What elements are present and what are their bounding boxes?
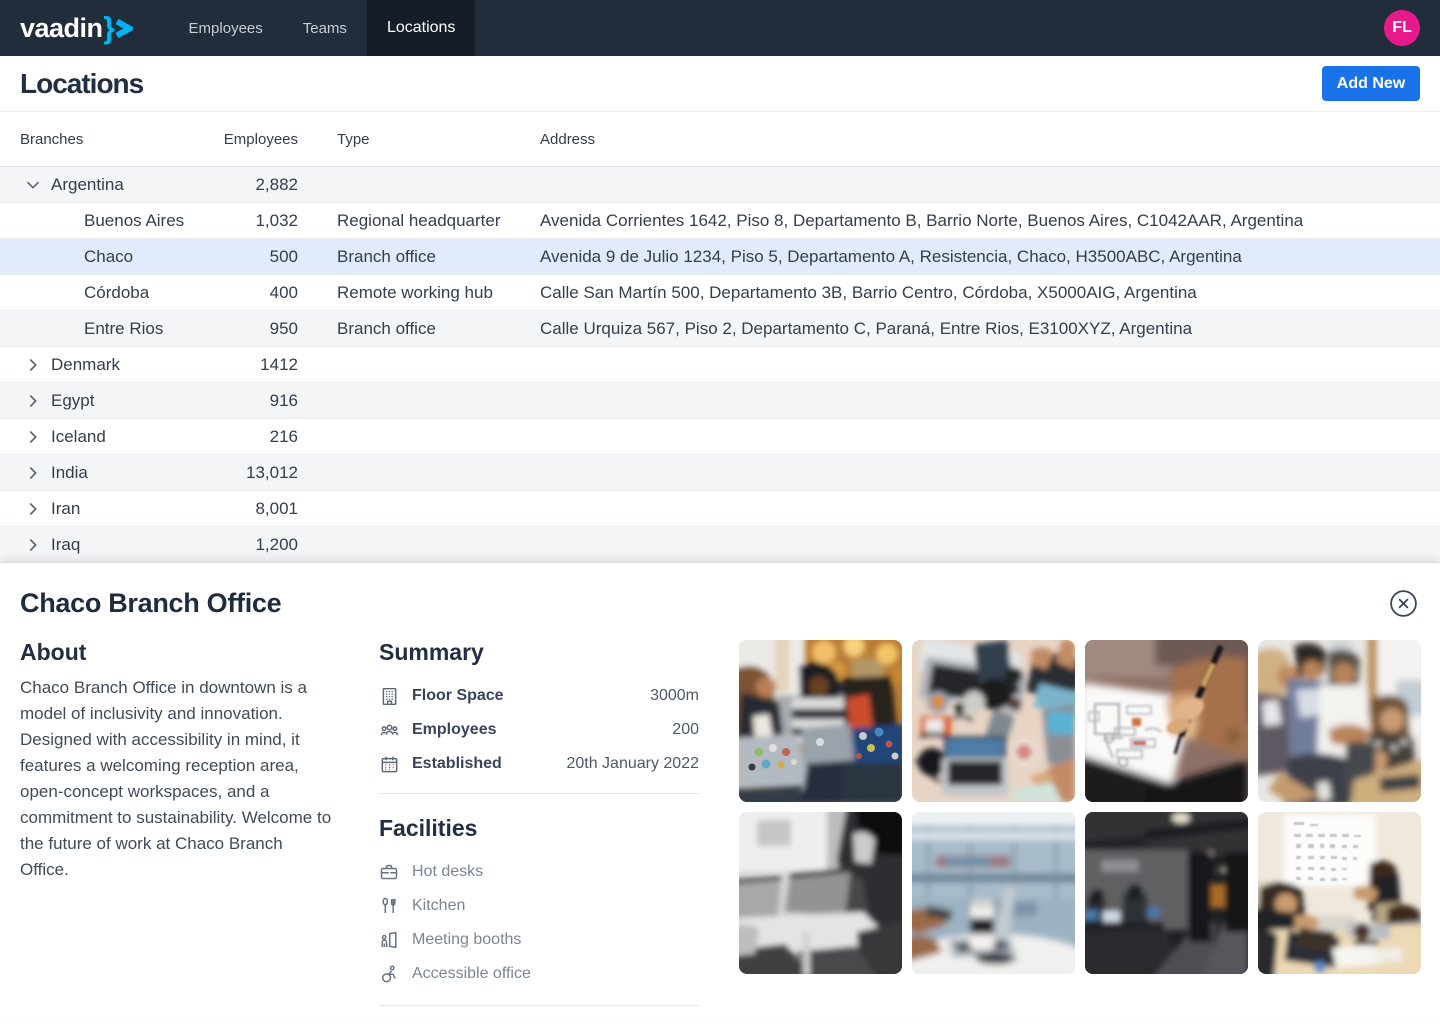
svg-text:}: }	[104, 10, 115, 45]
